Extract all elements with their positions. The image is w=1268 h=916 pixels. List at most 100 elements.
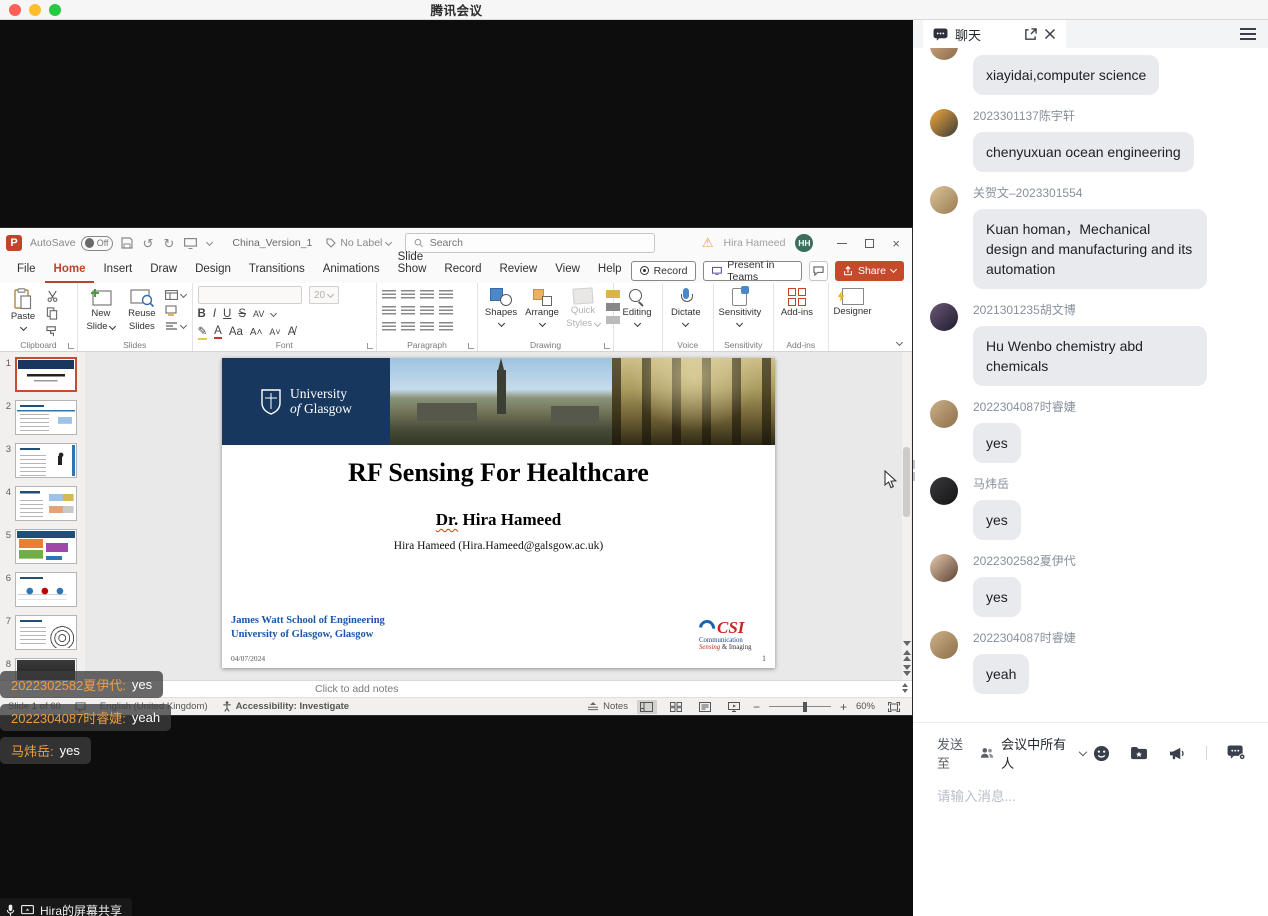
slide-thumbnail[interactable]: 6 bbox=[0, 572, 85, 607]
slide-scrollbar[interactable] bbox=[902, 352, 911, 680]
document-title[interactable]: China_Version_1 bbox=[232, 237, 312, 249]
section-icon[interactable] bbox=[165, 321, 178, 331]
editing-button[interactable]: Editing bbox=[619, 286, 655, 337]
slide-thumbnail[interactable]: 5 bbox=[0, 529, 85, 564]
slide-thumbnail[interactable]: 2 bbox=[0, 400, 85, 435]
reuse-slides-button[interactable]: Reuse Slides bbox=[124, 286, 160, 337]
paragraph-dialog-launcher[interactable] bbox=[468, 343, 474, 349]
scrollbar-thumb[interactable] bbox=[903, 447, 910, 517]
font-dialog-launcher[interactable] bbox=[367, 343, 373, 349]
font-color-button[interactable]: A bbox=[214, 325, 222, 339]
notes-scroll-arrows[interactable] bbox=[902, 683, 908, 693]
account-avatar[interactable]: HH bbox=[795, 234, 813, 252]
slide-thumbnail[interactable]: 4 bbox=[0, 486, 85, 521]
arrange-button[interactable]: Arrange bbox=[524, 286, 560, 337]
zoom-slider[interactable] bbox=[769, 706, 831, 708]
clipboard-dialog-launcher[interactable] bbox=[68, 343, 74, 349]
reading-view-button[interactable] bbox=[695, 700, 715, 714]
columns-button[interactable] bbox=[420, 306, 434, 316]
grow-font-button[interactable]: A˄ bbox=[250, 327, 263, 338]
ribbon-tab[interactable]: Draw bbox=[141, 258, 186, 283]
next-slide-button[interactable] bbox=[903, 665, 911, 676]
slideshow-icon[interactable] bbox=[184, 238, 197, 249]
slide-thumbnail[interactable]: 3 bbox=[0, 443, 85, 478]
message-bubble[interactable]: yes bbox=[973, 423, 1021, 463]
bold-button[interactable]: B bbox=[198, 308, 206, 320]
zoom-in-button[interactable]: + bbox=[840, 700, 847, 714]
numbering-button[interactable] bbox=[401, 290, 415, 300]
undo-icon[interactable]: ↺ bbox=[143, 237, 154, 250]
layout-icon[interactable] bbox=[165, 290, 178, 300]
chat-message-list[interactable]: xiayidai,computer science 2023301137陈宇轩 … bbox=[913, 48, 1268, 722]
addins-button[interactable]: Add-ins bbox=[779, 286, 815, 337]
slide-affiliation[interactable]: James Watt School of Engineering Univers… bbox=[231, 614, 385, 642]
search-input[interactable] bbox=[430, 237, 647, 249]
warning-icon[interactable]: ⚠ bbox=[702, 235, 714, 251]
collapse-ribbon-chevron[interactable] bbox=[896, 339, 903, 346]
font-name-box[interactable] bbox=[198, 286, 302, 304]
justify-button[interactable] bbox=[439, 322, 453, 332]
ribbon-tab[interactable]: Design bbox=[186, 258, 240, 283]
underline-button[interactable]: U bbox=[223, 308, 231, 320]
text-direction-button[interactable] bbox=[439, 290, 453, 300]
message-bubble[interactable]: yes bbox=[973, 500, 1021, 540]
avatar[interactable] bbox=[930, 109, 958, 137]
avatar[interactable] bbox=[930, 48, 958, 60]
bullets-button[interactable] bbox=[382, 290, 396, 300]
reset-icon[interactable] bbox=[165, 305, 177, 316]
avatar[interactable] bbox=[930, 186, 958, 214]
avatar[interactable] bbox=[930, 477, 958, 505]
align-left-button[interactable] bbox=[382, 322, 396, 332]
slide-thumbnail[interactable]: 1 bbox=[0, 357, 85, 392]
ppt-close-button[interactable]: × bbox=[892, 237, 900, 250]
account-name[interactable]: Hira Hameed bbox=[724, 237, 786, 249]
emoji-icon[interactable] bbox=[1093, 745, 1110, 762]
slide-author[interactable]: Dr. Hira Hameed bbox=[222, 510, 775, 530]
message-bubble[interactable]: yeah bbox=[973, 654, 1029, 694]
record-button[interactable]: Record bbox=[631, 261, 697, 281]
italic-button[interactable]: I bbox=[213, 308, 216, 320]
redo-icon[interactable]: ↻ bbox=[163, 237, 174, 250]
align-right-button[interactable] bbox=[420, 322, 434, 332]
menu-icon[interactable] bbox=[1240, 28, 1256, 40]
ribbon-tab[interactable]: Home bbox=[45, 258, 95, 283]
avatar[interactable] bbox=[930, 631, 958, 659]
dictate-button[interactable]: Dictate bbox=[668, 286, 704, 337]
message-bubble[interactable]: Hu Wenbo chemistry abd chemicals bbox=[973, 326, 1207, 386]
send-to-chevron[interactable] bbox=[1079, 748, 1087, 756]
slide-thumbnail[interactable]: 7 bbox=[0, 615, 85, 650]
chat-message-input[interactable] bbox=[937, 785, 1246, 905]
slide-title[interactable]: RF Sensing For Healthcare bbox=[222, 458, 775, 488]
character-spacing-button[interactable]: AV bbox=[253, 309, 264, 319]
drawing-dialog-launcher[interactable] bbox=[604, 343, 610, 349]
notes-placeholder[interactable]: Click to add notes bbox=[315, 683, 398, 695]
cut-icon[interactable] bbox=[46, 290, 59, 302]
ppt-minimize-button[interactable] bbox=[837, 243, 847, 244]
avatar[interactable] bbox=[930, 554, 958, 582]
increase-indent-button[interactable] bbox=[401, 306, 415, 316]
ribbon-tab[interactable]: Animations bbox=[314, 258, 389, 283]
notes-toggle-button[interactable]: Notes bbox=[587, 701, 628, 712]
slide-sorter-view-button[interactable] bbox=[666, 700, 686, 714]
font-size-box[interactable]: 20 bbox=[309, 286, 339, 304]
sensitivity-label[interactable]: No Label bbox=[326, 237, 391, 249]
popout-icon[interactable] bbox=[1024, 28, 1037, 41]
copy-icon[interactable] bbox=[46, 307, 58, 320]
fit-to-window-button[interactable] bbox=[884, 700, 904, 714]
zoom-slider-thumb[interactable] bbox=[803, 702, 807, 712]
slide-canvas[interactable]: University of Glasgow RF Sensing For Hea… bbox=[222, 358, 775, 668]
align-text-button[interactable] bbox=[439, 306, 453, 316]
change-case-button[interactable]: Aa bbox=[229, 326, 243, 338]
qat-customize-chevron[interactable] bbox=[206, 238, 213, 245]
ribbon-tab[interactable]: Help bbox=[589, 258, 631, 283]
line-spacing-button[interactable] bbox=[420, 290, 434, 300]
designer-button[interactable]: Designer bbox=[834, 286, 872, 337]
strikethrough-button[interactable]: S bbox=[238, 308, 246, 320]
shrink-font-button[interactable]: A˅ bbox=[269, 327, 280, 337]
chat-settings-icon[interactable] bbox=[1227, 745, 1246, 761]
format-painter-icon[interactable] bbox=[46, 325, 59, 337]
new-slide-button[interactable]: New Slide bbox=[83, 286, 119, 337]
decrease-indent-button[interactable] bbox=[382, 306, 396, 316]
announcement-icon[interactable] bbox=[1168, 746, 1186, 761]
quick-styles-button[interactable]: Quick Styles bbox=[565, 286, 601, 337]
